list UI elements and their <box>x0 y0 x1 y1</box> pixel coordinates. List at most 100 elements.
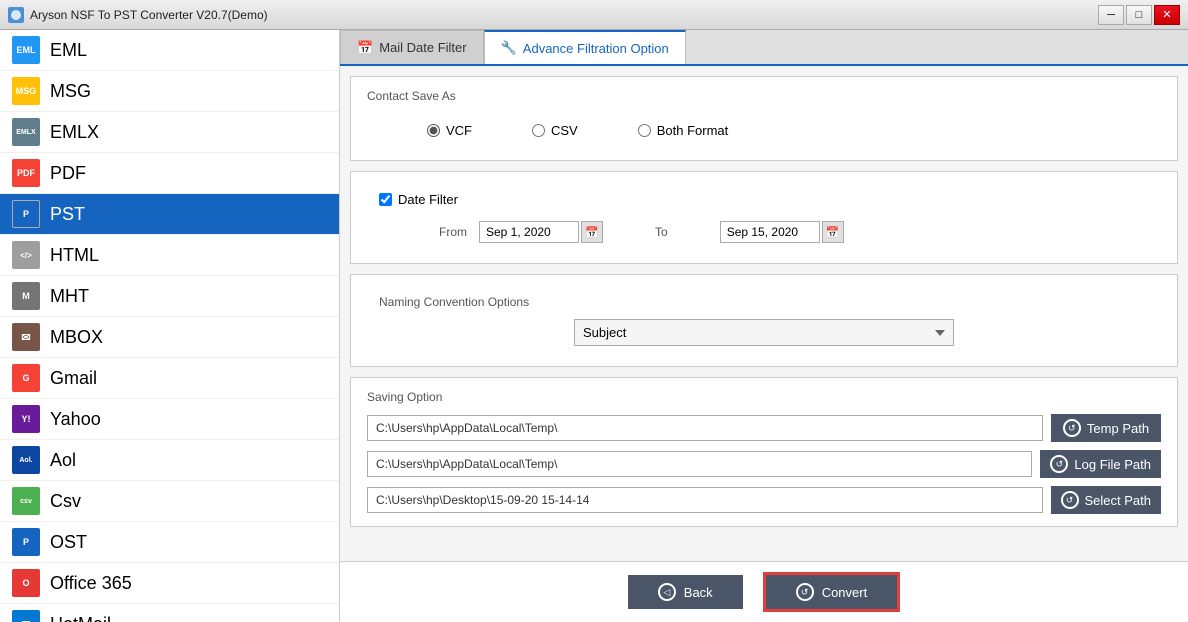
sidebar-item-office365[interactable]: O Office 365 <box>0 563 339 604</box>
sidebar-label-csv: Csv <box>50 491 81 512</box>
tab-bar: 📅 Mail Date Filter 🔧 Advance Filtration … <box>340 30 1188 66</box>
office365-icon: O <box>12 569 40 597</box>
convert-button[interactable]: ↺ Convert <box>763 572 901 612</box>
vcf-label: VCF <box>446 123 472 138</box>
panel: Contact Save As VCF CSV Both Format <box>340 66 1188 561</box>
convert-icon: ↺ <box>796 583 814 601</box>
maximize-button[interactable]: □ <box>1126 5 1152 25</box>
naming-convention-section: Naming Convention Options Subject Date F… <box>350 274 1178 367</box>
back-button[interactable]: ◁ Back <box>628 575 743 609</box>
sidebar-item-yahoo[interactable]: Y! Yahoo <box>0 399 339 440</box>
naming-convention-select[interactable]: Subject Date From To <box>574 319 954 346</box>
mht-icon: M <box>12 282 40 310</box>
csv-radio-label[interactable]: CSV <box>532 123 578 138</box>
date-filter-section: Date Filter From 📅 To 📅 <box>350 171 1178 264</box>
pst-icon: P <box>12 200 40 228</box>
saving-option-section: Saving Option ↺ Temp Path ↺ Log File <box>350 377 1178 527</box>
select-path-input[interactable] <box>367 487 1043 513</box>
close-button[interactable]: ✕ <box>1154 5 1180 25</box>
log-path-btn-icon: ↺ <box>1050 455 1068 473</box>
sidebar-label-mht: MHT <box>50 286 89 307</box>
temp-path-row: ↺ Temp Path <box>367 414 1161 442</box>
select-path-button[interactable]: ↺ Select Path <box>1051 486 1162 514</box>
saving-rows: ↺ Temp Path ↺ Log File Path <box>367 414 1161 514</box>
log-path-input[interactable] <box>367 451 1032 477</box>
contact-format-group: VCF CSV Both Format <box>367 113 1161 148</box>
temp-path-input[interactable] <box>367 415 1043 441</box>
saving-option-title: Saving Option <box>367 390 1161 404</box>
contact-save-as-title: Contact Save As <box>367 89 1161 103</box>
contact-save-as-section: Contact Save As VCF CSV Both Format <box>350 76 1178 161</box>
sidebar-item-mbox[interactable]: ✉ MBOX <box>0 317 339 358</box>
back-icon: ◁ <box>658 583 676 601</box>
date-filter-label: Date Filter <box>398 192 458 207</box>
sidebar-label-office365: Office 365 <box>50 573 132 594</box>
vcf-radio[interactable] <box>427 124 440 137</box>
both-radio[interactable] <box>638 124 651 137</box>
select-path-btn-icon: ↺ <box>1061 491 1079 509</box>
both-radio-label[interactable]: Both Format <box>638 123 729 138</box>
back-label: Back <box>684 585 713 600</box>
sidebar-item-ost[interactable]: P OST <box>0 522 339 563</box>
from-date-group: 📅 <box>479 221 603 243</box>
tab-mail-date-filter[interactable]: 📅 Mail Date Filter <box>340 30 484 64</box>
log-file-path-button[interactable]: ↺ Log File Path <box>1040 450 1161 478</box>
sidebar-item-emlx[interactable]: EMLX EMLX <box>0 112 339 153</box>
sidebar-item-html[interactable]: </> HTML <box>0 235 339 276</box>
footer-bar: ◁ Back ↺ Convert <box>340 561 1188 622</box>
msg-icon: MSG <box>12 77 40 105</box>
to-calendar-button[interactable]: 📅 <box>822 221 844 243</box>
aol-icon: Aol. <box>12 446 40 474</box>
log-path-row: ↺ Log File Path <box>367 450 1161 478</box>
minimize-button[interactable]: ─ <box>1098 5 1124 25</box>
from-calendar-button[interactable]: 📅 <box>581 221 603 243</box>
naming-convention-title: Naming Convention Options <box>379 295 1149 309</box>
select-path-row: ↺ Select Path <box>367 486 1161 514</box>
sidebar-label-html: HTML <box>50 245 99 266</box>
date-filter-header: Date Filter <box>379 192 1149 207</box>
app-icon <box>8 7 24 23</box>
sidebar-label-pst: PST <box>50 204 85 225</box>
sidebar-label-yahoo: Yahoo <box>50 409 101 430</box>
temp-path-btn-label: Temp Path <box>1087 421 1149 436</box>
window-controls: ─ □ ✕ <box>1098 5 1180 25</box>
sidebar-item-msg[interactable]: MSG MSG <box>0 71 339 112</box>
select-path-btn-label: Select Path <box>1085 493 1152 508</box>
date-row: From 📅 To 📅 <box>379 221 1149 243</box>
sidebar-label-emlx: EMLX <box>50 122 99 143</box>
sidebar-label-msg: MSG <box>50 81 91 102</box>
sidebar-label-ost: OST <box>50 532 87 553</box>
csv-radio[interactable] <box>532 124 545 137</box>
naming-select-wrap: Subject Date From To <box>379 319 1149 346</box>
sidebar-item-hotmail[interactable]: ✉ HotMail <box>0 604 339 622</box>
sidebar-label-mbox: MBOX <box>50 327 103 348</box>
sidebar-item-pst[interactable]: P PST <box>0 194 339 235</box>
sidebar-item-mht[interactable]: M MHT <box>0 276 339 317</box>
title-bar: Aryson NSF To PST Converter V20.7(Demo) … <box>0 0 1188 30</box>
vcf-radio-label[interactable]: VCF <box>427 123 472 138</box>
log-path-btn-label: Log File Path <box>1074 457 1151 472</box>
sidebar-label-aol: Aol <box>50 450 76 471</box>
sidebar-item-pdf[interactable]: PDF PDF <box>0 153 339 194</box>
from-date-input[interactable] <box>479 221 579 243</box>
tab-advance-filtration[interactable]: 🔧 Advance Filtration Option <box>484 30 686 64</box>
csv-label: CSV <box>551 123 578 138</box>
to-date-input[interactable] <box>720 221 820 243</box>
emlx-icon: EMLX <box>12 118 40 146</box>
html-icon: </> <box>12 241 40 269</box>
sidebar-item-gmail[interactable]: G Gmail <box>0 358 339 399</box>
ost-icon: P <box>12 528 40 556</box>
temp-path-btn-icon: ↺ <box>1063 419 1081 437</box>
sidebar-item-eml[interactable]: EML EML <box>0 30 339 71</box>
yahoo-icon: Y! <box>12 405 40 433</box>
main-container: EML EML MSG MSG EMLX EMLX PDF PDF P PST … <box>0 30 1188 622</box>
sidebar-item-aol[interactable]: Aol. Aol <box>0 440 339 481</box>
filter-icon: 🔧 <box>501 40 517 56</box>
window-title: Aryson NSF To PST Converter V20.7(Demo) <box>30 8 268 22</box>
hotmail-icon: ✉ <box>12 610 40 622</box>
content-area: 📅 Mail Date Filter 🔧 Advance Filtration … <box>340 30 1188 622</box>
temp-path-button[interactable]: ↺ Temp Path <box>1051 414 1161 442</box>
date-filter-checkbox[interactable] <box>379 193 392 206</box>
convert-label: Convert <box>822 585 868 600</box>
sidebar-item-csv[interactable]: csv Csv <box>0 481 339 522</box>
